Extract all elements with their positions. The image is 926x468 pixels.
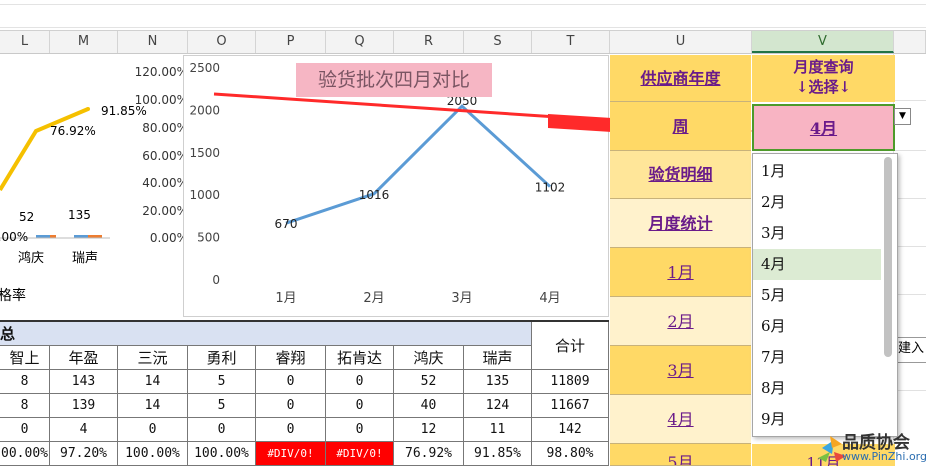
- month-select-cell[interactable]: 4月: [752, 104, 895, 151]
- cut-off-cell[interactable]: 建入: [897, 337, 926, 363]
- watermark-logo: 品质协会 www.PinZhi.org: [812, 426, 926, 466]
- dropdown-scrollbar[interactable]: [884, 157, 892, 357]
- dropdown-option-2[interactable]: 2月: [753, 187, 881, 218]
- month-link-5[interactable]: 5月: [610, 444, 751, 466]
- table-header-cell: 勇利: [188, 346, 256, 370]
- table-cell[interactable]: 0: [326, 370, 394, 394]
- summary-table: 总 合计 智上 年盈 三沅 勇利 睿翔 拓肯达 鸿庆 瑞声 8 143 14 5 0 0 52 135 1180…: [0, 320, 609, 468]
- total-header: 合计: [532, 322, 609, 370]
- table-cell[interactable]: 0: [118, 418, 188, 442]
- table-cell[interactable]: 5: [188, 370, 256, 394]
- dropdown-option-6[interactable]: 6月: [753, 311, 881, 342]
- month-link-1[interactable]: 1月: [610, 248, 751, 297]
- table-cell[interactable]: 76.92%: [394, 442, 464, 466]
- table-cell[interactable]: 8: [0, 370, 50, 394]
- table-cell[interactable]: 8: [0, 394, 50, 418]
- table-cell[interactable]: 11: [464, 418, 532, 442]
- table-header-cell: 鸿庆: [394, 346, 464, 370]
- month-link-3[interactable]: 3月: [610, 346, 751, 395]
- month-link-4[interactable]: 4月: [610, 395, 751, 444]
- dropdown-option-7[interactable]: 7月: [753, 342, 881, 373]
- month-link-2[interactable]: 2月: [610, 297, 751, 346]
- monthly-stats-link[interactable]: 月度统计: [610, 199, 751, 248]
- table-cell[interactable]: 40: [394, 394, 464, 418]
- month-query-subtitle: ↓选择↓: [795, 78, 852, 96]
- table-cell[interactable]: 0: [326, 418, 394, 442]
- table-cell[interactable]: 52: [394, 370, 464, 394]
- table-cell[interactable]: 11667: [532, 394, 609, 418]
- table-header-cell: 睿翔: [256, 346, 326, 370]
- table-cell[interactable]: 139: [50, 394, 118, 418]
- dropdown-option-8[interactable]: 8月: [753, 373, 881, 404]
- dropdown-option-5[interactable]: 5月: [753, 280, 881, 311]
- table-header-cell: 年盈: [50, 346, 118, 370]
- table-cell[interactable]: 0: [0, 418, 50, 442]
- table-cell[interactable]: 98.80%: [532, 442, 609, 466]
- month-dropdown-list[interactable]: 1月 2月 3月 4月 5月 6月 7月 8月 9月: [752, 153, 898, 437]
- table-header-cell: 拓肯达: [326, 346, 394, 370]
- table-cell[interactable]: 0: [256, 418, 326, 442]
- table-cell[interactable]: 142: [532, 418, 609, 442]
- table-title: 总: [0, 322, 532, 346]
- table-cell[interactable]: 143: [50, 370, 118, 394]
- table-cell[interactable]: 11809: [532, 370, 609, 394]
- table-cell[interactable]: 91.85%: [464, 442, 532, 466]
- month-query-header: 月度查询 ↓选择↓: [752, 55, 895, 102]
- dropdown-option-3[interactable]: 3月: [753, 218, 881, 249]
- dropdown-arrow-icon[interactable]: ▼: [894, 108, 911, 125]
- supplier-year-link[interactable]: 供应商年度: [610, 55, 751, 102]
- table-header-cell: 瑞声: [464, 346, 532, 370]
- table-cell[interactable]: 14: [118, 370, 188, 394]
- table-cell[interactable]: 00.00%: [0, 442, 50, 466]
- table-cell[interactable]: #DIV/0!: [326, 442, 394, 466]
- table-cell[interactable]: 100.00%: [118, 442, 188, 466]
- table-cell[interactable]: 124: [464, 394, 532, 418]
- inspection-detail-link[interactable]: 验货明细: [610, 151, 751, 199]
- watermark-url: www.PinZhi.org: [842, 450, 926, 463]
- table-cell[interactable]: 12: [394, 418, 464, 442]
- table-cell[interactable]: 14: [118, 394, 188, 418]
- dropdown-option-1[interactable]: 1月: [753, 156, 881, 187]
- week-link[interactable]: 周: [610, 102, 751, 151]
- month-query-title: 月度查询: [793, 58, 854, 76]
- table-cell[interactable]: 135: [464, 370, 532, 394]
- table-cell[interactable]: 100.00%: [188, 442, 256, 466]
- table-header-cell: 三沅: [118, 346, 188, 370]
- dropdown-option-4[interactable]: 4月: [753, 249, 881, 280]
- table-cell[interactable]: 4: [50, 418, 118, 442]
- table-cell[interactable]: #DIV/0!: [256, 442, 326, 466]
- table-cell[interactable]: 0: [256, 394, 326, 418]
- table-cell[interactable]: 0: [256, 370, 326, 394]
- table-cell[interactable]: 97.20%: [50, 442, 118, 466]
- table-cell[interactable]: 5: [188, 394, 256, 418]
- table-cell[interactable]: 0: [326, 394, 394, 418]
- table-header-cell: 智上: [0, 346, 50, 370]
- table-cell[interactable]: 0: [188, 418, 256, 442]
